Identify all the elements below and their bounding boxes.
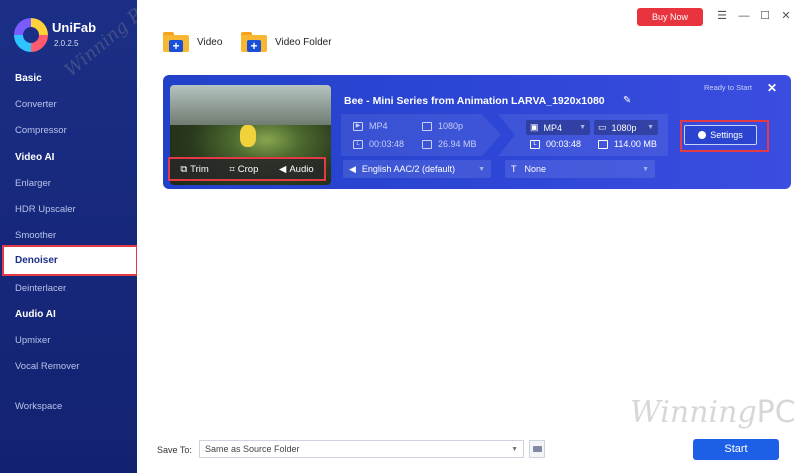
audio-label: Audio <box>289 163 314 175</box>
speaker-icon: ◀ <box>349 163 356 174</box>
video-format-icon: ▶ <box>353 121 363 131</box>
chevron-down-icon: ▼ <box>642 165 649 173</box>
source-resolution: 1080p <box>422 121 463 131</box>
source-size-value: 26.94 MB <box>438 139 477 149</box>
sidebar-item-hdr-upscaler[interactable]: HDR Upscaler <box>15 204 76 215</box>
source-duration-value: 00:03:48 <box>369 139 405 149</box>
sidebar-item-upmixer[interactable]: Upmixer <box>15 335 50 346</box>
sidebar-item-denoiser[interactable]: Denoiser <box>2 245 138 276</box>
source-duration: L 00:03:48 <box>353 139 404 149</box>
trim-label: Trim <box>190 163 209 175</box>
output-format-select[interactable]: ▣ MP4 ▼ <box>526 120 590 135</box>
source-format: ▶ MP4 <box>353 121 388 131</box>
minimize-icon[interactable]: — <box>737 9 751 23</box>
speaker-icon: ◀ <box>279 163 287 175</box>
watermark-word-a: Winning <box>630 395 757 430</box>
start-button[interactable]: Start <box>693 439 779 460</box>
add-video-icon: + <box>163 32 189 52</box>
settings-button[interactable]: Settings <box>684 125 757 145</box>
watermark-word-b: PC <box>756 395 796 430</box>
output-size: 114.00 MB <box>598 139 657 149</box>
save-to-label: Save To: <box>157 445 192 455</box>
crop-label: Crop <box>237 163 259 175</box>
save-to-value: Same as Source Folder <box>205 444 300 454</box>
trim-icon: ⧉ <box>180 163 188 175</box>
maximize-icon[interactable]: ☐ <box>758 9 772 23</box>
chevron-down-icon: ▼ <box>647 124 654 131</box>
crop-button[interactable]: ⌗ Crop <box>229 164 258 175</box>
video-title: Bee - Mini Series from Animation LARVA_1… <box>344 95 605 107</box>
settings-label: Settings <box>710 130 743 140</box>
sidebar-item-workspace[interactable]: Workspace <box>15 401 62 412</box>
sidebar-item-vocal-remover[interactable]: Vocal Remover <box>15 361 79 372</box>
output-duration: L 00:03:48 <box>530 139 581 149</box>
monitor-icon <box>422 121 432 131</box>
source-size: 26.94 MB <box>422 139 477 149</box>
sidebar-item-converter[interactable]: Converter <box>15 99 57 110</box>
crop-icon: ⌗ <box>229 163 235 175</box>
sidebar-item-enlarger[interactable]: Enlarger <box>15 178 51 189</box>
clock-icon: L <box>353 139 363 149</box>
brand-name: UniFab <box>52 20 97 35</box>
chevron-down-icon: ▼ <box>478 165 485 173</box>
video-format-icon: ▣ <box>530 122 539 132</box>
section-basic: Basic <box>15 73 42 84</box>
file-size-icon <box>422 139 432 149</box>
output-resolution-select[interactable]: ▭ 1080p ▼ <box>594 120 658 135</box>
menu-icon[interactable]: ☰ <box>715 9 729 23</box>
add-folder-icon: + <box>241 32 267 52</box>
clock-icon: L <box>530 139 540 149</box>
task-card: ⧉ Trim ⌗ Crop ◀ Audio Bee - Mini Series … <box>163 75 791 189</box>
save-to-select[interactable]: Same as Source Folder ▼ <box>199 440 524 458</box>
chevron-down-icon: ▼ <box>511 445 518 453</box>
bee-image <box>240 125 256 147</box>
audio-button[interactable]: ◀ Audio <box>279 164 314 175</box>
chevron-down-icon: ▼ <box>579 124 586 131</box>
source-format-value: MP4 <box>369 121 388 131</box>
text-t-icon: T <box>511 164 517 174</box>
add-video-button[interactable]: + Video <box>163 32 222 52</box>
audio-track-select[interactable]: ◀ English AAC/2 (default) ▼ <box>343 160 491 178</box>
output-size-value: 114.00 MB <box>614 139 657 149</box>
main-area: Buy Now ☰ — ☐ ✕ + Video + Video Folder ⧉… <box>137 0 800 473</box>
close-window-icon[interactable]: ✕ <box>779 9 793 23</box>
source-resolution-value: 1080p <box>438 121 464 131</box>
subtitle-value: None <box>524 164 547 174</box>
gear-icon <box>698 131 707 139</box>
output-duration-value: 00:03:48 <box>546 139 582 149</box>
add-folder-label: Video Folder <box>275 36 332 48</box>
sidebar-item-compressor[interactable]: Compressor <box>15 125 67 136</box>
output-resolution-value: 1080p <box>611 122 637 133</box>
section-video-ai: Video AI <box>15 152 55 163</box>
rename-pencil-icon[interactable]: ✎ <box>623 95 631 106</box>
edit-toolbar: ⧉ Trim ⌗ Crop ◀ Audio <box>168 157 326 181</box>
remove-task-icon[interactable]: ✕ <box>767 81 777 95</box>
audio-track-value: English AAC/2 (default) <box>361 164 455 174</box>
buy-now-button[interactable]: Buy Now <box>637 8 703 26</box>
trim-button[interactable]: ⧉ Trim <box>180 164 208 175</box>
sidebar-item-smoother[interactable]: Smoother <box>15 230 56 241</box>
section-audio-ai: Audio AI <box>15 309 56 320</box>
app-version: 2.0.2.5 <box>54 39 79 48</box>
add-video-label: Video <box>197 36 223 48</box>
unifab-logo-icon <box>14 18 48 52</box>
browse-folder-icon[interactable] <box>529 440 545 458</box>
sidebar-item-deinterlacer[interactable]: Deinterlacer <box>15 283 66 294</box>
watermark-large: WinningPC <box>630 395 796 430</box>
file-size-icon <box>598 139 608 149</box>
sidebar-item-label: Denoiser <box>15 255 58 266</box>
output-format-value: MP4 <box>543 122 563 133</box>
monitor-icon: ▭ <box>598 122 607 132</box>
status-text: Ready to Start <box>704 83 752 92</box>
add-folder-button[interactable]: + Video Folder <box>241 32 332 52</box>
subtitle-select[interactable]: T None ▼ <box>505 160 655 178</box>
